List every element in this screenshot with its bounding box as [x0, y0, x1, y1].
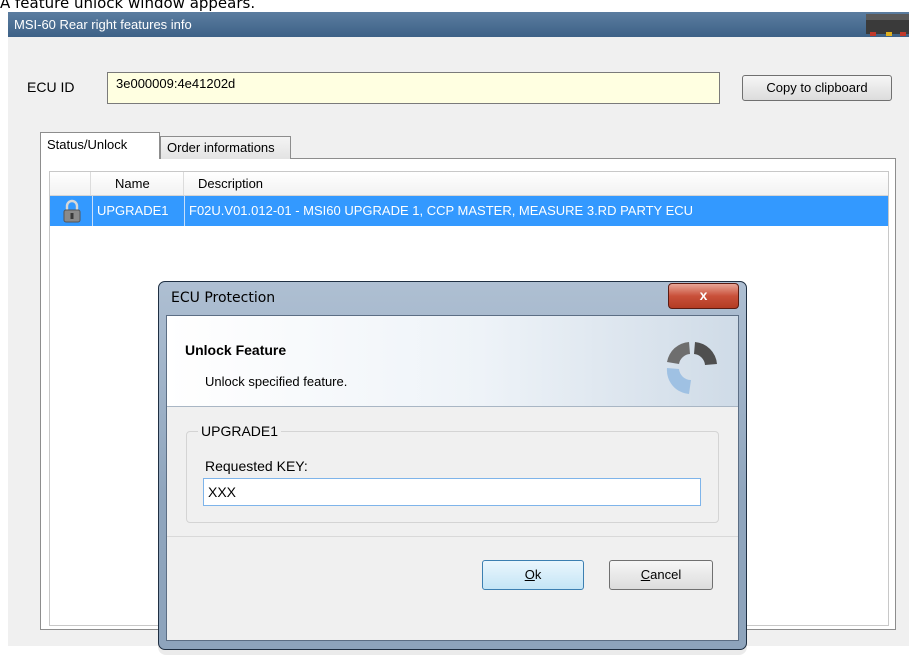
- caption-text: A feature unlock window appears.: [0, 0, 256, 12]
- table-row[interactable]: UPGRADE1 F02U.V01.012-01 - MSI60 UPGRADE…: [50, 196, 888, 226]
- device-icon: [862, 12, 909, 38]
- banner-subtitle: Unlock specified feature.: [205, 374, 348, 389]
- protection-logo-icon: [659, 334, 723, 398]
- requested-key-label: Requested KEY:: [205, 458, 308, 474]
- ecu-id-field[interactable]: 3e000009:4e41202d: [107, 72, 720, 104]
- cancel-mnemonic: C: [640, 567, 651, 582]
- tab-status-unlock[interactable]: Status/Unlock: [40, 132, 160, 159]
- tab-order-informations[interactable]: Order informations: [160, 136, 291, 159]
- banner-title: Unlock Feature: [185, 342, 287, 358]
- ok-label-rest: k: [534, 567, 542, 582]
- main-window-title: MSI-60 Rear right features info: [14, 17, 192, 32]
- ecu-id-label: ECU ID: [27, 79, 75, 95]
- ok-mnemonic: O: [524, 567, 535, 582]
- row-description: F02U.V01.012-01 - MSI60 UPGRADE 1, CCP M…: [189, 203, 694, 218]
- dialog-banner: [167, 316, 738, 407]
- list-header: Name Description: [50, 172, 888, 196]
- column-header-description[interactable]: Description: [184, 172, 888, 195]
- requested-key-input[interactable]: [203, 478, 701, 506]
- column-header-icon[interactable]: [50, 172, 91, 195]
- feature-groupbox: [186, 431, 719, 523]
- dialog-separator: [167, 536, 738, 537]
- main-window-titlebar: MSI-60 Rear right features info: [8, 12, 909, 37]
- close-button[interactable]: x: [668, 283, 739, 309]
- ok-button[interactable]: Ok: [482, 560, 584, 590]
- row-name: UPGRADE1: [93, 196, 185, 226]
- groupbox-title: UPGRADE1: [198, 423, 282, 439]
- column-header-name[interactable]: Name: [91, 172, 184, 195]
- close-icon: x: [699, 287, 708, 303]
- cancel-button[interactable]: Cancel: [609, 560, 713, 590]
- dialog-title: ECU Protection: [171, 290, 276, 306]
- padlock-icon: [50, 196, 93, 226]
- cancel-label-rest: ancel: [650, 567, 682, 582]
- copy-to-clipboard-button[interactable]: Copy to clipboard: [742, 75, 892, 101]
